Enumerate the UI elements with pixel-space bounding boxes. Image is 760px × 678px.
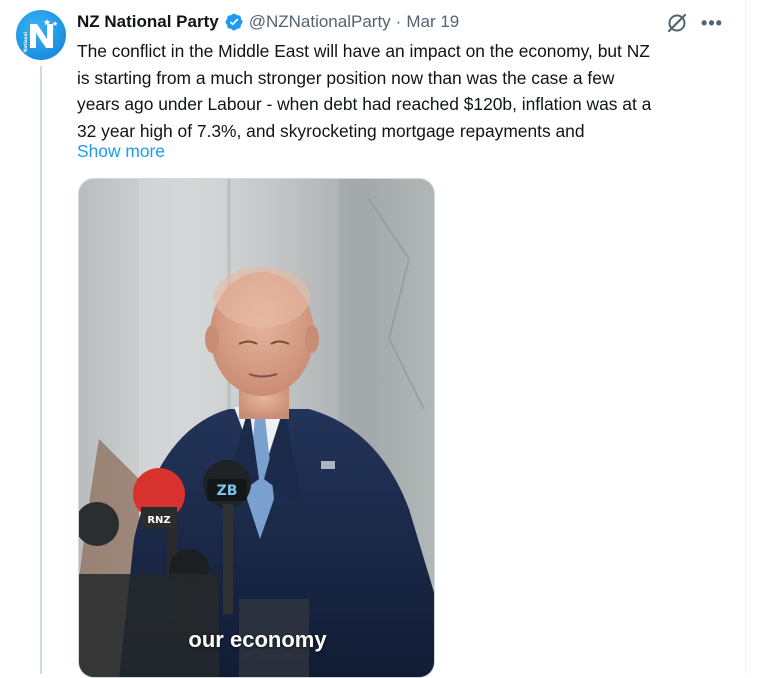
svg-text:National: National (23, 32, 28, 52)
author-display-name[interactable]: NZ National Party (77, 12, 219, 32)
tweet-text-line: is starting from a much stronger positio… (77, 67, 615, 88)
tweet-text-line: The conflict in the Middle East will hav… (77, 41, 650, 61)
show-more-link[interactable]: Show more (77, 138, 165, 164)
tweet-text-line: 32 year high of 7.3%, and skyrocketing m… (77, 120, 585, 141)
tweet-timestamp[interactable]: Mar 19 (406, 12, 459, 32)
tweet-text: The conflict in the Middle East will hav… (77, 38, 737, 144)
tweet-header: NZ National Party @NZNationalParty · Mar… (77, 11, 459, 33)
verified-badge-icon[interactable] (224, 12, 244, 32)
header-separator: · (395, 12, 402, 31)
video-frame-image: RNZ ZB (79, 179, 434, 677)
video-caption: our economy (188, 627, 327, 652)
author-avatar[interactable]: National (16, 10, 66, 60)
mic-label-rnz: RNZ (147, 515, 170, 526)
tweet-video-media[interactable]: RNZ ZB our economy (78, 178, 435, 678)
author-handle[interactable]: @NZNationalParty (249, 12, 391, 32)
more-options-icon[interactable]: ••• (698, 10, 726, 36)
tweet-text-line: years ago under Labour - when debt had r… (77, 94, 652, 114)
tweet-top-actions: ••• (664, 10, 726, 36)
national-party-logo-icon: National (23, 19, 58, 52)
mic-label-zb: ZB (217, 483, 238, 499)
tweet-card[interactable]: National NZ National Party @NZNationalPa… (0, 0, 746, 678)
grok-icon[interactable] (664, 10, 690, 36)
thread-connector-line (40, 66, 42, 674)
